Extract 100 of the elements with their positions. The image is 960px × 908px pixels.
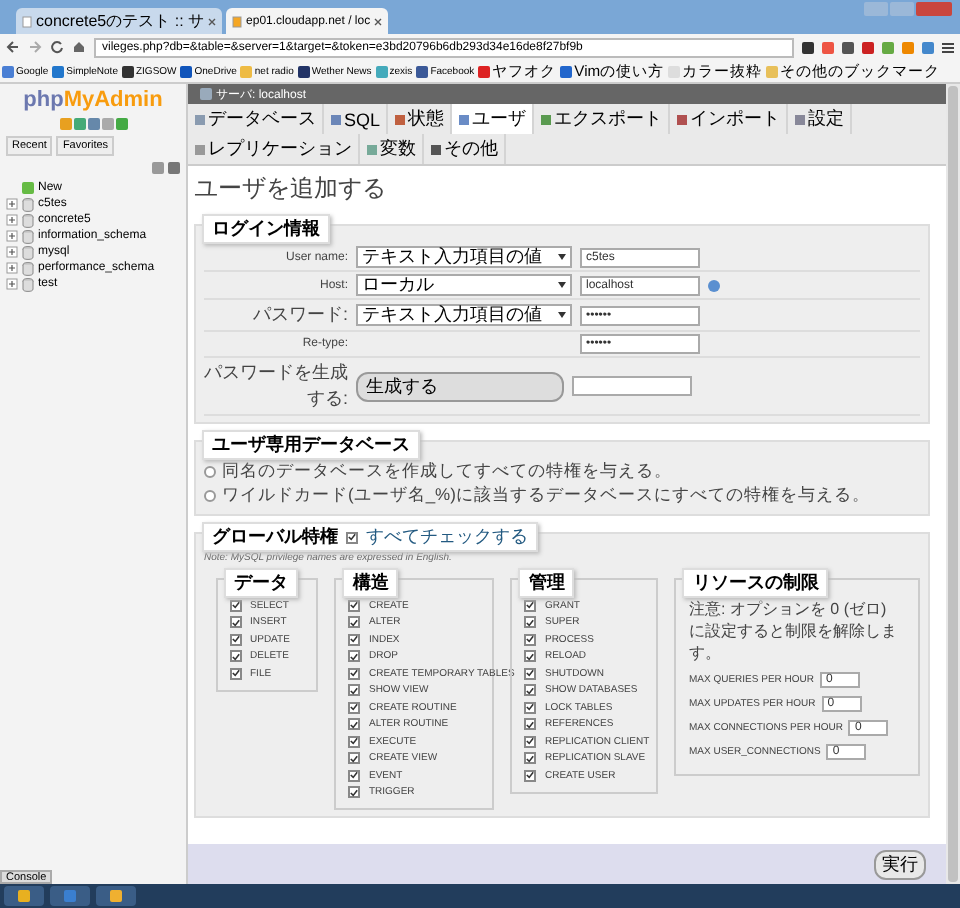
checkbox[interactable] [348,667,361,680]
dropdown[interactable]: ローカル [356,274,572,296]
page-title: ユーザを追加する [194,172,388,206]
bookmark-icon [121,65,134,77]
tab[interactable]: レプリケーション [188,134,360,164]
tab[interactable]: インポート [670,104,789,134]
caret-icon [558,312,566,318]
bookmark-icon [240,65,253,77]
checkbox[interactable] [348,786,361,799]
tab-icon [430,143,442,155]
checkbox[interactable] [524,616,537,629]
logo: phpMyAdmin [21,88,165,112]
caret-icon [558,254,566,260]
checkbox[interactable] [230,667,242,680]
tab-icon [458,113,471,125]
expand-icon[interactable] [6,230,18,242]
option-label: 同名のデータベースを作成してすべての特権を与える。 [222,460,672,484]
legend: グローバル特権 [212,524,338,550]
home-icon[interactable] [72,40,86,54]
browser-tab[interactable]: concrete5のテスト :: サ [16,8,223,34]
close-icon[interactable] [208,17,217,25]
close-icon[interactable] [374,17,383,25]
tab[interactable]: 設定 [788,104,853,134]
checkbox[interactable] [348,616,361,629]
bookmark-icon [375,65,388,77]
page-icon [22,15,32,27]
tab-icon [540,113,553,125]
scrollbar[interactable] [946,84,960,884]
tab-icon [676,113,689,125]
radio-button[interactable] [204,466,216,478]
checkbox[interactable] [348,650,361,663]
expand-icon[interactable] [6,278,18,290]
dropdown[interactable]: テキスト入力項目の値 [356,304,572,326]
tab[interactable]: エクスポート [534,104,671,134]
tab[interactable]: 変数 [360,134,424,164]
checkbox[interactable] [524,769,537,782]
checkbox[interactable] [524,650,537,663]
expand-icon[interactable] [6,214,18,226]
checkbox[interactable] [524,599,537,612]
bookmark-icon [297,65,310,77]
expand-icon[interactable] [6,246,18,258]
note: 注意: オプションを 0 (ゼロ) に設定すると制限を解除します。 [688,598,899,664]
bookmark-icon [416,65,429,77]
checkbox[interactable] [230,616,242,629]
checkbox[interactable] [348,599,361,612]
legend: データ [234,570,288,596]
checkbox[interactable] [524,701,537,714]
help-icon[interactable] [708,279,720,291]
tab-icon [330,113,342,125]
field-label: パスワード: [250,302,348,328]
bookmark-icon [478,65,491,77]
legend: ログイン情報 [212,216,320,242]
legend: 管理 [528,570,565,596]
go-button[interactable]: 実行 [874,850,926,880]
menu-icon[interactable] [942,41,954,53]
option-label: ワイルドカード(ユーザ名_%)に該当するデータベースにすべての特権を与える。 [222,484,870,508]
checkbox[interactable] [230,633,242,646]
checkbox[interactable] [524,752,537,765]
caret-icon [558,282,566,288]
checkbox[interactable] [524,684,537,697]
checkbox[interactable] [524,735,537,748]
checkbox[interactable] [524,718,537,731]
checkbox[interactable] [346,531,358,543]
checkbox[interactable] [230,599,242,612]
back-icon[interactable] [6,40,20,54]
tab[interactable]: SQL [324,104,389,134]
bookmark-icon [2,65,14,77]
checkbox[interactable] [524,633,537,646]
bookmark-icon [560,65,573,77]
bookmark-icon [52,65,65,77]
legend: 構造 [352,570,389,596]
dropdown[interactable]: テキスト入力項目の値 [356,246,572,268]
checkbox[interactable] [348,735,361,748]
checkbox[interactable] [230,650,242,663]
check-all-link[interactable]: すべてチェックする [366,524,528,550]
page-icon [232,15,243,27]
checkbox[interactable] [348,752,361,765]
field-label: パスワードを生成する: [204,360,348,412]
tab[interactable]: ユーザ [452,104,535,134]
legend: リソースの制限 [692,570,819,596]
checkbox[interactable] [348,684,361,697]
reload-icon[interactable] [50,40,64,54]
checkbox[interactable] [348,701,361,714]
tab-icon [366,143,378,155]
checkbox[interactable] [348,718,361,731]
checkbox[interactable] [524,667,537,680]
taskbar-icon[interactable] [96,886,136,906]
tab[interactable]: その他 [424,134,506,164]
tab[interactable]: データベース [188,104,324,134]
start-button[interactable] [4,886,44,906]
checkbox[interactable] [348,769,361,782]
radio-button[interactable] [204,490,216,502]
generate-button[interactable]: 生成する [356,371,564,401]
input-field[interactable] [572,376,692,396]
expand-icon[interactable] [6,198,18,210]
expand-icon[interactable] [6,262,18,274]
tab-icon [394,113,407,125]
tab-icon [194,143,206,155]
checkbox[interactable] [348,633,361,646]
legend: ユーザ専用データベース [212,432,410,458]
